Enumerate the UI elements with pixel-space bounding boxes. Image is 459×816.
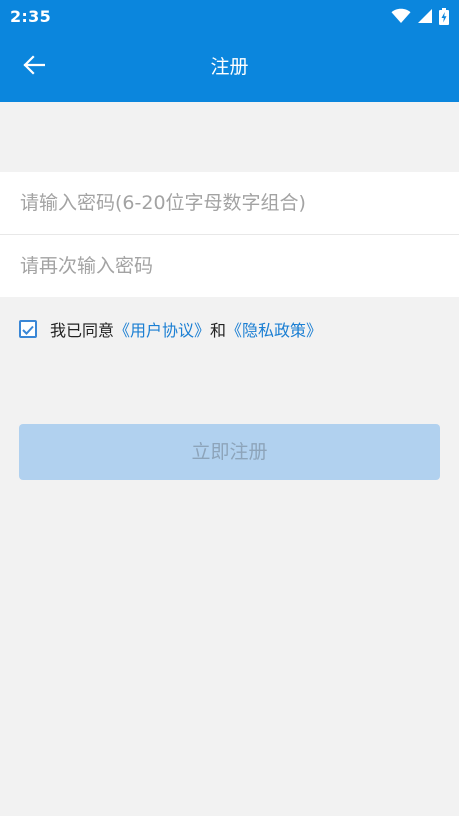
battery-charging-icon — [439, 7, 449, 25]
page-title: 注册 — [210, 56, 249, 78]
user-agreement-link[interactable]: 《用户协议》 — [114, 321, 210, 340]
status-time: 2:35 — [10, 6, 51, 26]
password-form — [0, 172, 459, 297]
confirm-password-field-row — [0, 234, 459, 297]
agreement-checkbox[interactable] — [19, 320, 37, 338]
checkmark-icon — [22, 320, 34, 339]
app-bar: 注册 — [0, 32, 459, 102]
register-screen: 2:35 注册 我已同意《用户协议》和《隐私政策》 立即注册 — [0, 0, 459, 816]
wifi-icon — [391, 8, 411, 24]
signal-icon — [417, 8, 433, 24]
agreement-conjunction: 和 — [210, 321, 227, 340]
status-bar: 2:35 — [0, 0, 459, 32]
status-icons — [391, 7, 449, 25]
agreement-text: 我已同意《用户协议》和《隐私政策》 — [50, 317, 322, 341]
agreement-row: 我已同意《用户协议》和《隐私政策》 — [19, 318, 322, 340]
confirm-password-input[interactable] — [20, 255, 439, 277]
agreement-prefix: 我已同意 — [50, 321, 115, 340]
password-input[interactable] — [20, 192, 439, 214]
privacy-policy-link[interactable]: 《隐私政策》 — [226, 321, 322, 340]
register-button[interactable]: 立即注册 — [19, 424, 440, 480]
password-field-row — [0, 172, 459, 234]
